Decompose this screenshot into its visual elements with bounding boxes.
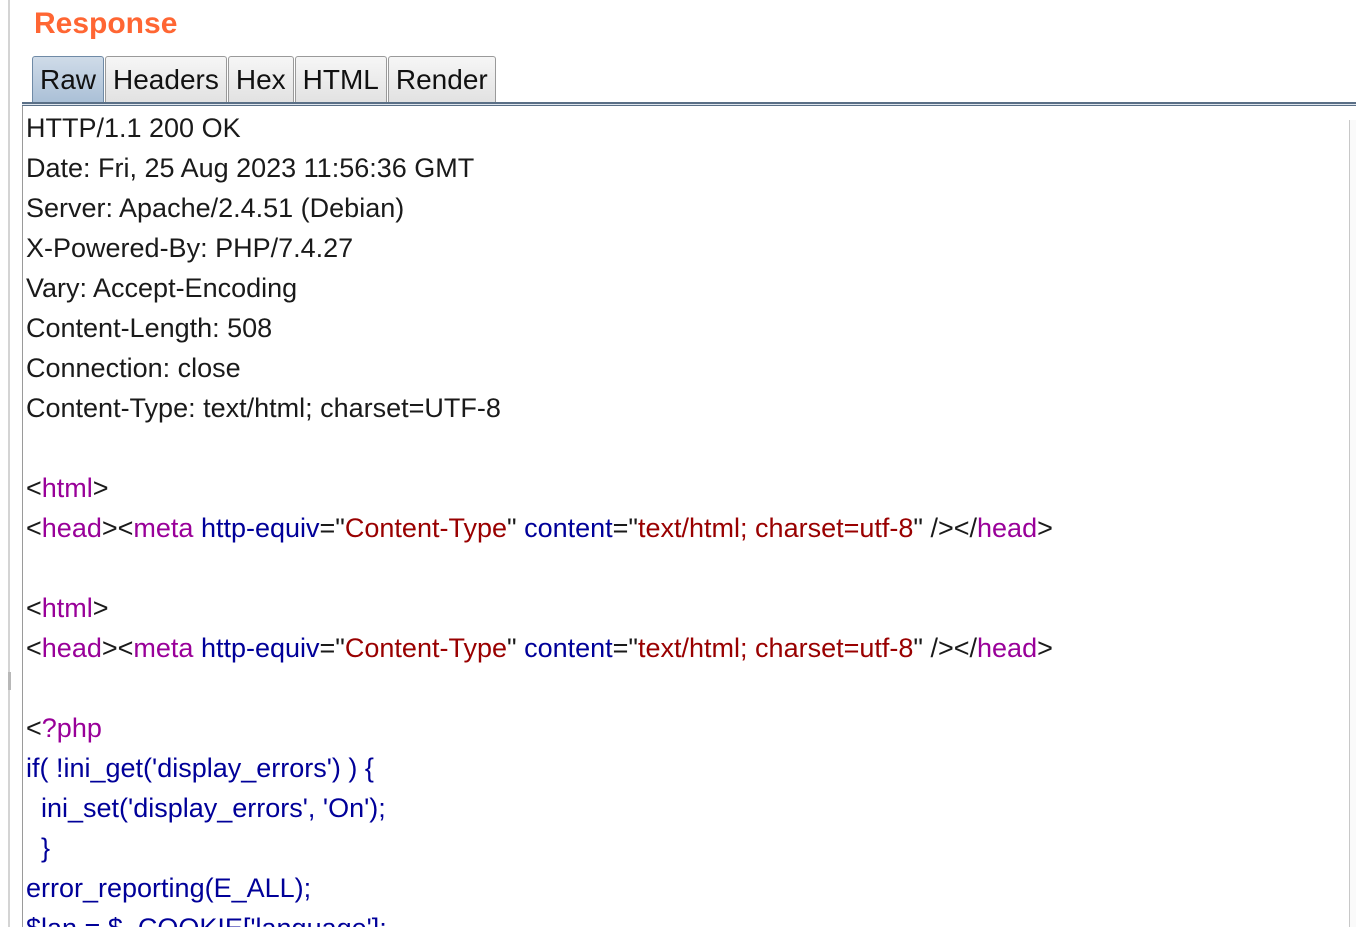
- header-line: HTTP/1.1 200 OK: [26, 113, 241, 143]
- code-token-plain: " /></: [913, 633, 978, 663]
- code-token-php: }: [26, 833, 51, 863]
- vertical-scrollbar[interactable]: [1349, 120, 1356, 927]
- code-token-plain: >: [92, 593, 109, 623]
- body-line: [26, 428, 1346, 468]
- code-token-tag: html: [41, 473, 93, 503]
- body-line: error_reporting(E_ALL);: [26, 868, 1346, 908]
- code-token-plain: ": [506, 633, 525, 663]
- body-line: <html>: [26, 588, 1346, 628]
- response-panel: Response Raw Headers Hex HTML Render HTT…: [0, 0, 1356, 927]
- header-line: X-Powered-By: PHP/7.4.27: [26, 233, 354, 263]
- code-token-plain: <: [26, 473, 42, 503]
- panel-title: Response: [34, 7, 178, 40]
- code-token-tag: meta: [133, 513, 194, 543]
- code-token-val: text/html; charset=utf-8: [638, 513, 914, 543]
- code-token-php: $lan = $_COOKIE['language'];: [26, 913, 387, 927]
- header-line: Server: Apache/2.4.51 (Debian): [26, 193, 405, 223]
- tab-html[interactable]: HTML: [294, 56, 387, 102]
- body-line: ini_set('display_errors', 'On');: [26, 788, 1346, 828]
- code-token-plain: <: [26, 513, 42, 543]
- code-token-val: Content-Type: [344, 633, 507, 663]
- code-token-php: error_reporting(E_ALL);: [26, 873, 312, 903]
- code-token-attr: content: [524, 633, 613, 663]
- code-token-tag: html: [41, 593, 93, 623]
- code-token-val: Content-Type: [344, 513, 507, 543]
- code-token-plain: =": [319, 633, 345, 663]
- raw-response-editor[interactable]: HTTP/1.1 200 OK Date: Fri, 25 Aug 2023 1…: [22, 106, 1356, 927]
- code-token-plain: >: [92, 473, 109, 503]
- code-token-plain: <: [26, 593, 42, 623]
- tab-headers[interactable]: Headers: [105, 56, 227, 102]
- body-line: }: [26, 828, 1346, 868]
- code-token-attr: content: [524, 513, 613, 543]
- response-lines: HTTP/1.1 200 OK Date: Fri, 25 Aug 2023 1…: [26, 108, 1346, 927]
- resize-handle[interactable]: [8, 672, 11, 690]
- code-token-plain: =": [612, 633, 639, 663]
- body-line: [26, 668, 1346, 708]
- code-token-plain: =": [612, 513, 639, 543]
- header-line: Content-Length: 508: [26, 313, 273, 343]
- body-line: <head><meta http-equiv="Content-Type" co…: [26, 508, 1346, 548]
- code-token-plain: ": [506, 513, 525, 543]
- body-line: <head><meta http-equiv="Content-Type" co…: [26, 628, 1346, 668]
- code-token-plain: >: [1037, 633, 1053, 663]
- code-token-tag: head: [977, 633, 1038, 663]
- code-token-plain: ><: [101, 513, 134, 543]
- code-token-tag: meta: [133, 633, 194, 663]
- code-token-php: if( !ini_get('display_errors') ) {: [26, 753, 374, 783]
- tab-raw[interactable]: Raw: [32, 56, 105, 104]
- body-line: <?php: [26, 708, 1346, 748]
- response-tabs: Raw Headers Hex HTML Render: [32, 56, 497, 104]
- code-token-tag: ?php: [41, 713, 102, 743]
- header-line: Vary: Accept-Encoding: [26, 273, 298, 303]
- code-token-val: text/html; charset=utf-8: [638, 633, 914, 663]
- code-token-plain: " /></: [913, 513, 978, 543]
- body-line: $lan = $_COOKIE['language'];: [26, 908, 1346, 927]
- code-token-plain: ><: [101, 633, 134, 663]
- left-divider: [8, 0, 10, 927]
- tab-render[interactable]: Render: [387, 56, 496, 102]
- code-token-tag: head: [41, 633, 102, 663]
- code-token-tag: head: [977, 513, 1038, 543]
- code-token-plain: >: [1037, 513, 1053, 543]
- code-token-plain: =": [319, 513, 345, 543]
- code-token-plain: <: [26, 713, 42, 743]
- code-token-php: ini_set('display_errors', 'On');: [26, 793, 386, 823]
- code-token-attr: http-equiv: [200, 513, 320, 543]
- body-line: if( !ini_get('display_errors') ) {: [26, 748, 1346, 788]
- header-line: Content-Type: text/html; charset=UTF-8: [26, 393, 501, 423]
- header-line: Connection: close: [26, 353, 241, 383]
- tab-hex[interactable]: Hex: [227, 56, 294, 102]
- code-token-plain: <: [26, 633, 42, 663]
- body-line: <html>: [26, 468, 1346, 508]
- body-line: [26, 548, 1346, 588]
- code-token-attr: http-equiv: [200, 633, 320, 663]
- code-token-tag: head: [41, 513, 102, 543]
- header-line: Date: Fri, 25 Aug 2023 11:56:36 GMT: [26, 153, 475, 183]
- response-body: <html> <head><meta http-equiv="Content-Ty…: [26, 428, 1346, 927]
